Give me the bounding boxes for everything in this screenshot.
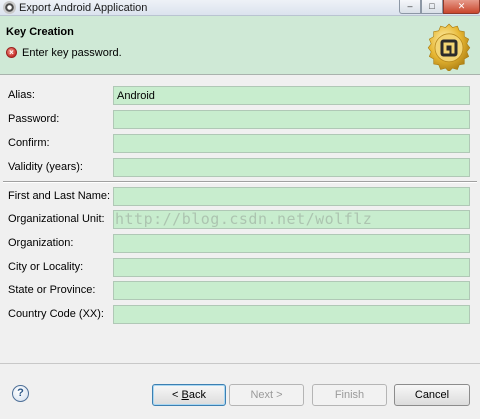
maximize-button[interactable]: □ (421, 0, 443, 14)
state-row: State or Province: (0, 281, 480, 301)
wizard-header-banner: Key Creation × Enter key password. (0, 16, 480, 75)
state-label: State or Province: (8, 284, 96, 296)
back-mnemonic: B (181, 389, 189, 401)
city-row: City or Locality: (0, 258, 480, 278)
window-title: Export Android Application (19, 2, 148, 14)
password-row: Password: (0, 110, 480, 130)
city-label: City or Locality: (8, 261, 84, 273)
form-separator (3, 181, 477, 183)
org-unit-label: Organizational Unit: (8, 213, 105, 225)
alias-row: Alias: (0, 86, 480, 106)
password-field[interactable] (113, 110, 470, 129)
country-code-label: Country Code (XX): (8, 308, 104, 320)
city-field[interactable] (113, 258, 470, 277)
first-last-name-label: First and Last Name: (8, 190, 111, 202)
cancel-button[interactable]: Cancel (394, 384, 470, 406)
next-button[interactable]: Next > (229, 384, 304, 406)
alias-field[interactable] (113, 86, 470, 105)
organization-row: Organization: (0, 234, 480, 254)
back-prefix: < (172, 389, 182, 401)
country-code-field[interactable] (113, 305, 470, 324)
error-message: Enter key password. (22, 47, 122, 59)
confirm-password-field[interactable] (113, 134, 470, 153)
title-bar[interactable]: Export Android Application – □ ✕ (0, 0, 480, 16)
finish-button[interactable]: Finish (312, 384, 387, 406)
alias-label: Alias: (8, 89, 35, 101)
organization-label: Organization: (8, 237, 74, 249)
error-icon: × (6, 47, 17, 58)
organization-field[interactable] (113, 234, 470, 253)
android-adt-seal-icon (427, 23, 471, 71)
eclipse-app-icon (3, 1, 16, 14)
help-button[interactable]: ? (12, 385, 29, 402)
validity-years-field[interactable] (113, 158, 470, 177)
back-rest: ack (188, 389, 206, 401)
close-button[interactable]: ✕ (443, 0, 480, 14)
validity-row: Validity (years): (0, 158, 480, 178)
org-unit-row: Organizational Unit: (0, 210, 480, 230)
footer-separator (0, 363, 480, 364)
back-button[interactable]: < Back (152, 384, 226, 406)
org-unit-field[interactable] (113, 210, 470, 229)
confirm-label: Confirm: (8, 137, 50, 149)
validity-label: Validity (years): (8, 161, 83, 173)
page-title: Key Creation (6, 26, 74, 38)
country-code-row: Country Code (XX): (0, 305, 480, 325)
first-last-name-field[interactable] (113, 187, 470, 206)
export-android-application-dialog: Export Android Application – □ ✕ Key Cre… (0, 0, 480, 419)
confirm-row: Confirm: (0, 134, 480, 154)
state-field[interactable] (113, 281, 470, 300)
password-label: Password: (8, 113, 60, 125)
minimize-button[interactable]: – (399, 0, 421, 14)
first-last-name-row: First and Last Name: (0, 187, 480, 207)
